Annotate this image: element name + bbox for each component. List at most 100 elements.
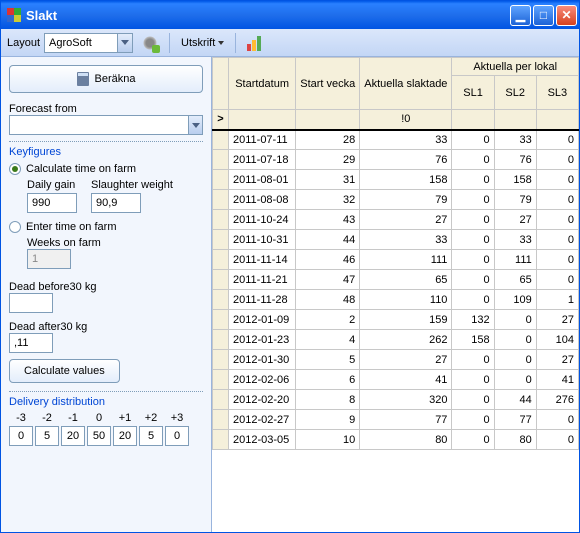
cell-week[interactable]: 47 (296, 270, 360, 290)
cell-sl3[interactable]: 0 (536, 170, 578, 190)
col-sl3[interactable]: SL3 (536, 76, 578, 110)
col-group-aktuella[interactable]: Aktuella per lokal (452, 58, 579, 76)
close-button[interactable]: ✕ (556, 5, 577, 26)
cell-date[interactable]: 2012-02-20 (229, 390, 296, 410)
cell-week[interactable]: 48 (296, 290, 360, 310)
daily-gain-input[interactable] (27, 193, 77, 213)
cell-week[interactable]: 6 (296, 370, 360, 390)
calculate-button[interactable]: Beräkna (9, 65, 203, 93)
cell-date[interactable]: 2011-11-21 (229, 270, 296, 290)
cell-sl1[interactable]: 0 (452, 430, 494, 450)
cell-slaktade[interactable]: 80 (360, 430, 452, 450)
cell-sl3[interactable]: 0 (536, 270, 578, 290)
cell-slaktade[interactable]: 77 (360, 410, 452, 430)
cell-sl2[interactable]: 27 (494, 210, 536, 230)
forecast-from-input[interactable] (10, 116, 188, 134)
cell-slaktade[interactable]: 41 (360, 370, 452, 390)
cell-sl2[interactable]: 44 (494, 390, 536, 410)
cell-slaktade[interactable]: 27 (360, 210, 452, 230)
print-dropdown[interactable]: Utskrift (176, 32, 229, 54)
cell-sl2[interactable]: 111 (494, 250, 536, 270)
calc-values-button[interactable]: Calculate values (9, 359, 120, 383)
col-sl2[interactable]: SL2 (494, 76, 536, 110)
cell-sl2[interactable]: 76 (494, 150, 536, 170)
cell-sl2[interactable]: 0 (494, 310, 536, 330)
cell-week[interactable]: 29 (296, 150, 360, 170)
table-row[interactable]: 2012-02-208320044276 (213, 390, 579, 410)
cell-date[interactable]: 2011-07-11 (229, 130, 296, 150)
forecast-from-combo[interactable] (9, 115, 203, 135)
cell-week[interactable]: 28 (296, 130, 360, 150)
table-row[interactable]: 2012-01-092159132027 (213, 310, 579, 330)
cell-week[interactable]: 4 (296, 330, 360, 350)
cell-sl3[interactable]: 41 (536, 370, 578, 390)
table-row[interactable]: 2011-11-284811001091 (213, 290, 579, 310)
dd-value-input[interactable] (35, 426, 59, 446)
cell-date[interactable]: 2012-02-06 (229, 370, 296, 390)
cell-sl3[interactable]: 0 (536, 430, 578, 450)
cell-slaktade[interactable]: 79 (360, 190, 452, 210)
cell-sl2[interactable]: 80 (494, 430, 536, 450)
table-row[interactable]: 2011-08-013115801580 (213, 170, 579, 190)
cell-week[interactable]: 32 (296, 190, 360, 210)
cell-sl1[interactable]: 0 (452, 390, 494, 410)
calc-time-radio[interactable]: Calculate time on farm (9, 163, 203, 175)
cell-sl2[interactable]: 79 (494, 190, 536, 210)
titlebar[interactable]: Slakt ▁ □ ✕ (1, 1, 579, 29)
cell-slaktade[interactable]: 33 (360, 230, 452, 250)
cell-sl3[interactable]: 0 (536, 130, 578, 150)
cell-sl1[interactable]: 0 (452, 250, 494, 270)
cell-date[interactable]: 2012-01-30 (229, 350, 296, 370)
table-row[interactable]: 2012-03-0510800800 (213, 430, 579, 450)
cell-sl3[interactable]: 0 (536, 150, 578, 170)
cell-sl1[interactable]: 132 (452, 310, 494, 330)
cell-slaktade[interactable]: 76 (360, 150, 452, 170)
cell-week[interactable]: 9 (296, 410, 360, 430)
cell-sl2[interactable]: 33 (494, 230, 536, 250)
table-row[interactable]: 2011-07-1829760760 (213, 150, 579, 170)
cell-sl3[interactable]: 27 (536, 310, 578, 330)
table-row[interactable]: 2011-08-0832790790 (213, 190, 579, 210)
cell-date[interactable]: 2011-08-08 (229, 190, 296, 210)
cell-sl2[interactable]: 65 (494, 270, 536, 290)
cell-slaktade[interactable]: 111 (360, 250, 452, 270)
cell-sl3[interactable]: 104 (536, 330, 578, 350)
cell-week[interactable]: 43 (296, 210, 360, 230)
cell-sl2[interactable]: 77 (494, 410, 536, 430)
table-row[interactable]: 2012-01-2342621580104 (213, 330, 579, 350)
cell-sl3[interactable]: 0 (536, 230, 578, 250)
data-grid[interactable]: Startdatum Start vecka Aktuella slaktade… (212, 57, 579, 532)
cell-slaktade[interactable]: 110 (360, 290, 452, 310)
minimize-button[interactable]: ▁ (510, 5, 531, 26)
cell-sl1[interactable]: 0 (452, 130, 494, 150)
maximize-button[interactable]: □ (533, 5, 554, 26)
cell-sl3[interactable]: 0 (536, 250, 578, 270)
layout-combo-input[interactable] (45, 34, 117, 52)
chevron-down-icon[interactable] (117, 34, 132, 52)
cell-sl1[interactable]: 0 (452, 150, 494, 170)
table-row[interactable]: 2011-10-3144330330 (213, 230, 579, 250)
cell-sl2[interactable]: 109 (494, 290, 536, 310)
cell-sl1[interactable]: 0 (452, 210, 494, 230)
cell-sl2[interactable]: 33 (494, 130, 536, 150)
cell-slaktade[interactable]: 27 (360, 350, 452, 370)
cell-slaktade[interactable]: 65 (360, 270, 452, 290)
chart-button[interactable] (242, 32, 268, 54)
dead-after-input[interactable] (9, 333, 53, 353)
cell-sl3[interactable]: 0 (536, 190, 578, 210)
layout-settings-button[interactable] (137, 32, 163, 54)
dd-value-input[interactable] (165, 426, 189, 446)
col-aktuella-slaktade[interactable]: Aktuella slaktade (360, 58, 452, 110)
dd-value-input[interactable] (61, 426, 85, 446)
table-row[interactable]: 2011-07-1128330330 (213, 130, 579, 150)
cell-sl2[interactable]: 0 (494, 330, 536, 350)
cell-sl2[interactable]: 158 (494, 170, 536, 190)
cell-sl1[interactable]: 0 (452, 190, 494, 210)
cell-sl2[interactable]: 0 (494, 350, 536, 370)
dd-value-input[interactable] (139, 426, 163, 446)
cell-slaktade[interactable]: 158 (360, 170, 452, 190)
col-startdatum[interactable]: Startdatum (229, 58, 296, 110)
cell-week[interactable]: 8 (296, 390, 360, 410)
cell-date[interactable]: 2012-01-09 (229, 310, 296, 330)
cell-sl2[interactable]: 0 (494, 370, 536, 390)
